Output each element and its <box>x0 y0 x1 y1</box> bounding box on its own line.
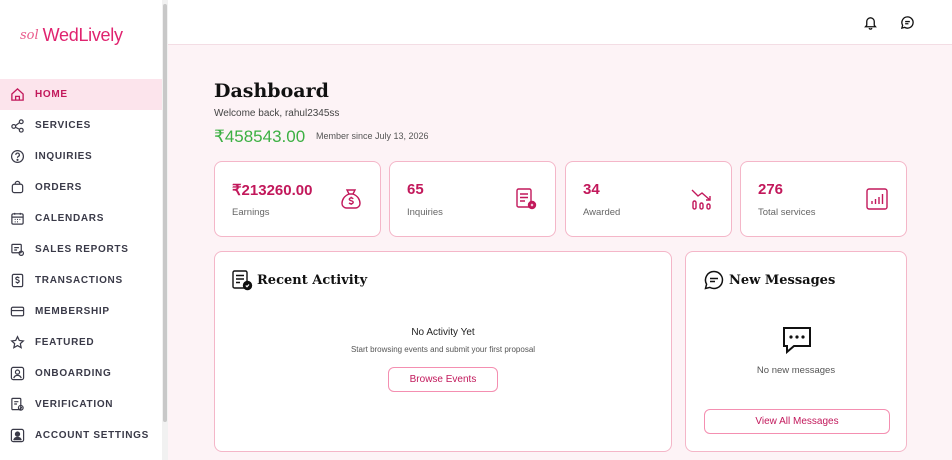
page-title: Dashboard <box>214 80 329 102</box>
card-icon <box>9 304 25 320</box>
verify-icon <box>9 397 25 413</box>
sidebar-item-sales-reports[interactable]: SALES REPORTS <box>0 234 162 265</box>
money-bag-icon <box>338 186 364 212</box>
sidebar-item-label: SALES REPORTS <box>35 244 129 255</box>
empty-activity-title: No Activity Yet <box>411 327 475 338</box>
empty-activity-subtitle: Start browsing events and submit your fi… <box>350 345 536 354</box>
sidebar-item-label: VERIFICATION <box>35 399 114 410</box>
view-all-messages-button[interactable]: View All Messages <box>704 409 890 434</box>
trend-down-icon <box>689 186 715 212</box>
sidebar-item-calendars[interactable]: CALENDARS <box>0 203 162 234</box>
sidebar-item-membership[interactable]: MEMBERSHIP <box>0 296 162 327</box>
sidebar-item-account-settings[interactable]: ACCOUNT SETTINGS <box>0 420 162 451</box>
sidebar-item-transactions[interactable]: TRANSACTIONS <box>0 265 162 296</box>
sidebar-item-onboarding[interactable]: ONBOARDING <box>0 358 162 389</box>
sidebar-item-label: ORDERS <box>35 182 82 193</box>
document-icon <box>513 186 539 212</box>
sidebar-item-home[interactable]: HOME <box>0 79 162 110</box>
chat-icon[interactable] <box>898 13 916 31</box>
topbar <box>168 0 952 45</box>
sidebar-item-label: INQUIRIES <box>35 151 93 162</box>
bar-chart-icon <box>864 186 890 212</box>
stat-card-total-services: 276 Total services <box>740 161 907 237</box>
welcome-text: Welcome back, rahul2345ss <box>214 108 340 119</box>
sidebar-item-services[interactable]: SERVICES <box>0 110 162 141</box>
sidebar-item-featured[interactable]: FEATURED <box>0 327 162 358</box>
stat-value: 65 <box>407 181 424 198</box>
stat-label: Total services <box>758 207 816 218</box>
home-icon <box>9 87 25 103</box>
stat-card-inquiries: 65 Inquiries <box>389 161 556 237</box>
stat-value: ₹213260.00 <box>232 182 313 199</box>
calendar-icon <box>9 211 25 227</box>
stat-label: Inquiries <box>407 207 443 218</box>
stat-label: Awarded <box>583 207 621 218</box>
new-messages-panel: New Messages No new messages View All Me… <box>685 251 907 452</box>
user-icon <box>9 366 25 382</box>
bell-icon[interactable] <box>861 13 879 31</box>
stat-value: 34 <box>583 181 600 198</box>
sidebar-item-label: ACCOUNT SETTINGS <box>35 430 149 441</box>
recent-activity-title: Recent Activity <box>257 273 368 288</box>
new-messages-title: New Messages <box>729 273 836 288</box>
share-icon <box>9 118 25 134</box>
report-icon <box>9 242 25 258</box>
dollar-icon <box>9 273 25 289</box>
logo[interactable]: sol WedLively <box>20 20 123 50</box>
sidebar-item-orders[interactable]: ORDERS <box>0 172 162 203</box>
stat-card-awarded: 34 Awarded <box>565 161 732 237</box>
sidebar-item-label: SERVICES <box>35 120 91 131</box>
sidebar-item-label: TRANSACTIONS <box>35 275 123 286</box>
stat-value: 276 <box>758 181 784 198</box>
sidebar: sol WedLively HOME SERVICES INQUIRIES OR… <box>0 0 168 460</box>
logo-mark: sol <box>20 27 39 43</box>
no-messages-text: No new messages <box>756 365 836 376</box>
sidebar-item-label: ONBOARDING <box>35 368 112 379</box>
account-icon <box>9 428 25 444</box>
sidebar-item-label: FEATURED <box>35 337 95 348</box>
browse-events-button[interactable]: Browse Events <box>388 367 498 392</box>
question-icon <box>9 149 25 165</box>
sidebar-item-label: HOME <box>35 89 68 100</box>
stat-card-earnings: ₹213260.00 Earnings <box>214 161 381 237</box>
recent-activity-panel: Recent Activity No Activity Yet Start br… <box>214 251 672 452</box>
bag-icon <box>9 180 25 196</box>
chat-bubble-icon <box>781 325 813 355</box>
sidebar-nav: HOME SERVICES INQUIRIES ORDERS CALENDARS… <box>0 79 162 451</box>
logo-text: WedLively <box>42 24 123 45</box>
sidebar-item-label: MEMBERSHIP <box>35 306 110 317</box>
checklist-icon <box>231 269 253 291</box>
message-icon <box>703 269 725 291</box>
stat-label: Earnings <box>232 207 270 218</box>
star-icon <box>9 335 25 351</box>
balance-amount: ₹458543.00 <box>214 127 306 146</box>
scrollbar-thumb[interactable] <box>163 4 167 422</box>
sidebar-scrollbar[interactable] <box>162 0 168 460</box>
member-since: Member since July 13, 2026 <box>316 131 429 141</box>
sidebar-item-inquiries[interactable]: INQUIRIES <box>0 141 162 172</box>
sidebar-item-label: CALENDARS <box>35 213 105 224</box>
sidebar-item-verification[interactable]: VERIFICATION <box>0 389 162 420</box>
